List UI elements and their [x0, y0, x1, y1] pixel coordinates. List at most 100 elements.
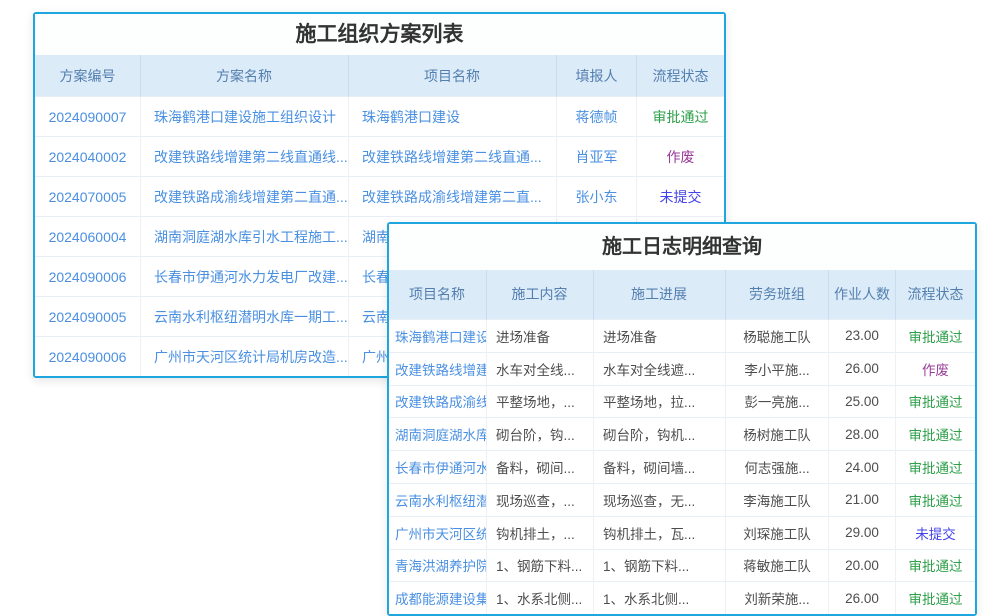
- project-name-cell[interactable]: 广州市天河区统计局机房改造: [389, 516, 487, 549]
- plan-number-cell[interactable]: 2024070005: [35, 177, 141, 217]
- table-row: 成都能源建设集团项目1、水系北侧...1、水系北侧...刘新荣施...26.00…: [389, 582, 975, 614]
- log-query-table: 项目名称施工内容施工进展劳务班组作业人数流程状态 珠海鹤港口建设进场准备进场准备…: [389, 270, 975, 614]
- labor-team-cell: 李海施工队: [726, 483, 829, 516]
- table-row: 云南水利枢纽潜明水库一期工现场巡查，...现场巡查，无...李海施工队21.00…: [389, 483, 975, 516]
- table-row: 珠海鹤港口建设进场准备进场准备杨聪施工队23.00审批通过: [389, 320, 975, 353]
- column-header: 作业人数: [829, 270, 896, 320]
- labor-team-cell: 刘琛施工队: [726, 516, 829, 549]
- column-header: 流程状态: [637, 55, 725, 97]
- work-progress-cell: 钩机排土，瓦...: [594, 516, 726, 549]
- table-row: 2024090007珠海鹤港口建设施工组织设计珠海鹤港口建设蒋德帧审批通过: [35, 97, 724, 137]
- submitter-cell[interactable]: 张小东: [557, 177, 637, 217]
- labor-team-cell: 刘新荣施...: [726, 582, 829, 614]
- worker-count-cell: 25.00: [829, 385, 896, 418]
- work-progress-cell: 现场巡查，无...: [594, 483, 726, 516]
- project-name-cell[interactable]: 改建铁路成渝线增建第二直通: [389, 385, 487, 418]
- plan-name-cell[interactable]: 珠海鹤港口建设施工组织设计: [141, 97, 349, 137]
- work-progress-cell: 平整场地，拉...: [594, 385, 726, 418]
- work-content-cell: 1、水系北侧...: [487, 582, 594, 614]
- project-name-cell[interactable]: 珠海鹤港口建设: [389, 320, 487, 353]
- project-name-cell[interactable]: 成都能源建设集团项目: [389, 582, 487, 614]
- plan-name-cell[interactable]: 改建铁路线增建第二线直通线...: [141, 137, 349, 177]
- plan-number-cell[interactable]: 2024060004: [35, 217, 141, 257]
- worker-count-cell: 21.00: [829, 483, 896, 516]
- worker-count-cell: 20.00: [829, 549, 896, 582]
- table-row: 广州市天河区统计局机房改造钩机排土，...钩机排土，瓦...刘琛施工队29.00…: [389, 516, 975, 549]
- labor-team-cell: 李小平施...: [726, 352, 829, 385]
- submitter-cell[interactable]: 肖亚军: [557, 137, 637, 177]
- project-name-cell[interactable]: 青海洪湖养护院项目: [389, 549, 487, 582]
- plan-number-cell[interactable]: 2024090006: [35, 257, 141, 297]
- plan-number-cell[interactable]: 2024040002: [35, 137, 141, 177]
- status-cell: 审批通过: [637, 97, 725, 137]
- status-cell: 未提交: [637, 177, 725, 217]
- project-name-cell[interactable]: 改建铁路线增建第二线直通...: [349, 137, 557, 177]
- project-name-cell[interactable]: 长春市伊通河水力发电厂改建: [389, 451, 487, 484]
- column-header: 流程状态: [896, 270, 976, 320]
- table-row: 改建铁路成渝线增建第二直通平整场地，...平整场地，拉...彭一亮施...25.…: [389, 385, 975, 418]
- worker-count-cell: 26.00: [829, 582, 896, 614]
- worker-count-cell: 26.00: [829, 352, 896, 385]
- column-header: 项目名称: [349, 55, 557, 97]
- work-progress-cell: 水车对全线遮...: [594, 352, 726, 385]
- labor-team-cell: 蒋敏施工队: [726, 549, 829, 582]
- status-cell: 审批通过: [896, 385, 976, 418]
- column-header: 施工内容: [487, 270, 594, 320]
- column-header: 方案编号: [35, 55, 141, 97]
- work-progress-cell: 进场准备: [594, 320, 726, 353]
- work-content-cell: 砌台阶，钩...: [487, 418, 594, 451]
- plan-list-table-header: 方案编号方案名称项目名称填报人流程状态: [35, 55, 724, 97]
- column-header: 方案名称: [141, 55, 349, 97]
- table-row: 青海洪湖养护院项目1、钢筋下料...1、钢筋下料...蒋敏施工队20.00审批通…: [389, 549, 975, 582]
- work-progress-cell: 1、钢筋下料...: [594, 549, 726, 582]
- plan-name-cell[interactable]: 长春市伊通河水力发电厂改建...: [141, 257, 349, 297]
- status-cell: 审批通过: [896, 451, 976, 484]
- column-header: 施工进展: [594, 270, 726, 320]
- table-row: 2024040002改建铁路线增建第二线直通线...改建铁路线增建第二线直通..…: [35, 137, 724, 177]
- status-cell: 作废: [637, 137, 725, 177]
- status-cell: 审批通过: [896, 549, 976, 582]
- table-row: 湖南洞庭湖水库引水工程施工砌台阶，钩...砌台阶，钩机...杨树施工队28.00…: [389, 418, 975, 451]
- work-content-cell: 水车对全线...: [487, 352, 594, 385]
- status-cell: 审批通过: [896, 483, 976, 516]
- labor-team-cell: 彭一亮施...: [726, 385, 829, 418]
- log-query-table-header: 项目名称施工内容施工进展劳务班组作业人数流程状态: [389, 270, 975, 320]
- status-cell: 审批通过: [896, 418, 976, 451]
- worker-count-cell: 23.00: [829, 320, 896, 353]
- table-row: 改建铁路线增建第二线直通线水车对全线...水车对全线遮...李小平施...26.…: [389, 352, 975, 385]
- plan-number-cell[interactable]: 2024090006: [35, 337, 141, 377]
- project-name-cell[interactable]: 改建铁路成渝线增建第二直...: [349, 177, 557, 217]
- worker-count-cell: 24.00: [829, 451, 896, 484]
- plan-name-cell[interactable]: 云南水利枢纽潜明水库一期工...: [141, 297, 349, 337]
- work-content-cell: 进场准备: [487, 320, 594, 353]
- table-row: 长春市伊通河水力发电厂改建备料，砌间...备料，砌间墙...何志强施...24.…: [389, 451, 975, 484]
- plan-name-cell[interactable]: 湖南洞庭湖水库引水工程施工...: [141, 217, 349, 257]
- labor-team-cell: 何志强施...: [726, 451, 829, 484]
- plan-list-title: 施工组织方案列表: [35, 14, 724, 55]
- worker-count-cell: 29.00: [829, 516, 896, 549]
- submitter-cell[interactable]: 蒋德帧: [557, 97, 637, 137]
- project-name-cell[interactable]: 云南水利枢纽潜明水库一期工: [389, 483, 487, 516]
- column-header: 项目名称: [389, 270, 487, 320]
- project-name-cell[interactable]: 湖南洞庭湖水库引水工程施工: [389, 418, 487, 451]
- worker-count-cell: 28.00: [829, 418, 896, 451]
- work-content-cell: 备料，砌间...: [487, 451, 594, 484]
- plan-name-cell[interactable]: 广州市天河区统计局机房改造...: [141, 337, 349, 377]
- work-progress-cell: 砌台阶，钩机...: [594, 418, 726, 451]
- labor-team-cell: 杨树施工队: [726, 418, 829, 451]
- project-name-cell[interactable]: 改建铁路线增建第二线直通线: [389, 352, 487, 385]
- plan-number-cell[interactable]: 2024090005: [35, 297, 141, 337]
- work-content-cell: 现场巡查，...: [487, 483, 594, 516]
- log-query-title: 施工日志明细查询: [389, 224, 975, 270]
- plan-number-cell[interactable]: 2024090007: [35, 97, 141, 137]
- project-name-cell[interactable]: 珠海鹤港口建设: [349, 97, 557, 137]
- log-query-panel: 施工日志明细查询 项目名称施工内容施工进展劳务班组作业人数流程状态 珠海鹤港口建…: [387, 222, 977, 616]
- status-cell: 作废: [896, 352, 976, 385]
- status-cell: 未提交: [896, 516, 976, 549]
- column-header: 填报人: [557, 55, 637, 97]
- table-row: 2024070005改建铁路成渝线增建第二直通...改建铁路成渝线增建第二直..…: [35, 177, 724, 217]
- work-content-cell: 平整场地，...: [487, 385, 594, 418]
- work-progress-cell: 备料，砌间墙...: [594, 451, 726, 484]
- labor-team-cell: 杨聪施工队: [726, 320, 829, 353]
- plan-name-cell[interactable]: 改建铁路成渝线增建第二直通...: [141, 177, 349, 217]
